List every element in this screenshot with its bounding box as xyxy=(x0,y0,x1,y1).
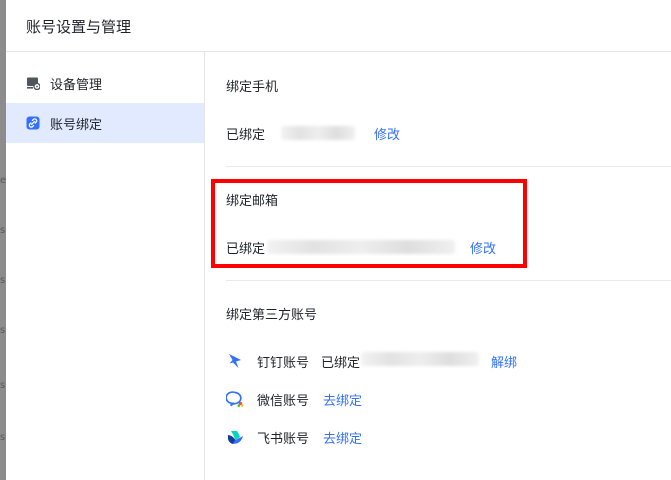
phone-section-title: 绑定手机 xyxy=(226,80,279,95)
sidebar-item-account-binding[interactable]: 账号绑定 xyxy=(6,103,204,143)
wechat-bind-link[interactable]: 去绑定 xyxy=(323,390,362,409)
feishu-bind-link[interactable]: 去绑定 xyxy=(323,428,362,447)
feishu-account-label: 飞书账号 xyxy=(257,432,310,447)
phone-status: 已绑定 xyxy=(226,128,266,143)
dingtalk-status: 已绑定 xyxy=(321,356,361,371)
dialog-header: 账号设置与管理 xyxy=(6,0,671,52)
wechat-icon xyxy=(226,391,244,407)
divider xyxy=(226,280,671,281)
dialog-title: 账号设置与管理 xyxy=(26,18,132,36)
sidebar: 设备管理 账号绑定 xyxy=(6,52,205,480)
dingtalk-account-redacted xyxy=(361,352,479,366)
device-icon xyxy=(27,77,40,90)
dingtalk-account-label: 钉钉账号 xyxy=(257,356,310,371)
wechat-account-label: 微信账号 xyxy=(257,394,310,409)
dingtalk-icon xyxy=(229,354,241,368)
third-party-section-title: 绑定第三方账号 xyxy=(226,308,318,323)
link-icon xyxy=(26,116,40,130)
sidebar-item-label: 设备管理 xyxy=(50,78,103,93)
divider xyxy=(226,166,671,167)
sidebar-item-device-management[interactable]: 设备管理 xyxy=(6,63,204,103)
feishu-icon xyxy=(228,431,243,444)
phone-number-redacted xyxy=(281,126,355,140)
dingtalk-unbind-link[interactable]: 解绑 xyxy=(491,352,517,371)
phone-modify-link[interactable]: 修改 xyxy=(374,124,400,143)
email-highlight-box xyxy=(211,179,527,268)
sidebar-item-label: 账号绑定 xyxy=(50,118,103,133)
